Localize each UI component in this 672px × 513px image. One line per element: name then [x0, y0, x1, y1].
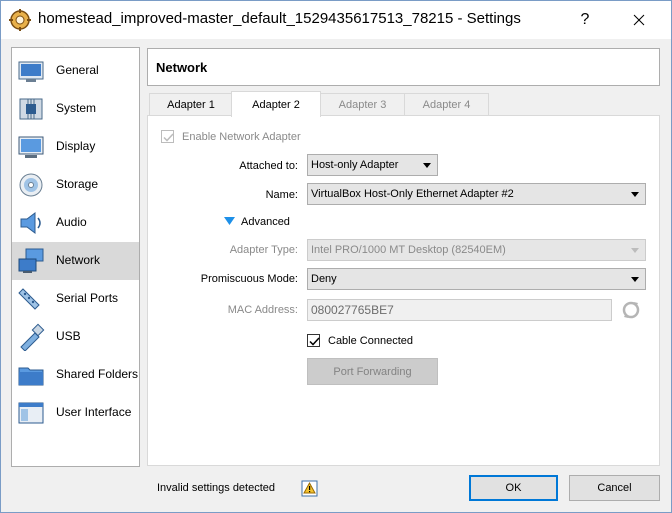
close-icon	[633, 14, 645, 26]
promiscuous-mode-select[interactable]: Deny	[307, 268, 646, 290]
sidebar-item-label: User Interface	[56, 405, 132, 419]
adapter-tabs: Adapter 1 Adapter 2 Adapter 3 Adapter 4	[147, 91, 660, 117]
adapter-name-select[interactable]: VirtualBox Host-Only Ethernet Adapter #2	[307, 183, 646, 205]
sidebar-item-label: Display	[56, 139, 96, 153]
sidebar-item-label: Shared Folders	[56, 367, 139, 381]
adapter-name-value: VirtualBox Host-Only Ethernet Adapter #2	[311, 188, 514, 200]
sidebar-item-label: Audio	[56, 215, 87, 229]
adapter-type-value: Intel PRO/1000 MT Desktop (82540EM)	[311, 244, 506, 256]
page-title: Network	[156, 60, 208, 75]
help-button[interactable]: ?	[561, 1, 609, 39]
sidebar-item-label: Serial Ports	[56, 291, 119, 305]
page-header: Network	[147, 48, 660, 86]
sidebar-item-label: USB	[56, 329, 81, 343]
sidebar-item-audio[interactable]: Audio	[12, 204, 139, 242]
title-bar[interactable]: homestead_improved-master_default_152943…	[1, 1, 671, 39]
sidebar-item-usb[interactable]: USB	[12, 318, 139, 356]
usb-icon	[20, 323, 45, 351]
chevron-down-icon	[631, 277, 639, 282]
sidebar-item-user-interface[interactable]: User Interface	[12, 394, 139, 432]
mac-address-field[interactable]: 080027765BE7	[307, 299, 612, 321]
cable-connected-checkbox[interactable]	[307, 334, 320, 347]
sidebar-item-serial-ports[interactable]: Serial Ports	[12, 280, 139, 318]
port-forwarding-button[interactable]: Port Forwarding	[307, 358, 438, 385]
sidebar-item-shared-folders[interactable]: Shared Folders	[12, 356, 139, 394]
promiscuous-mode-label: Promiscuous Mode:	[200, 273, 298, 285]
sidebar-item-label: Storage	[56, 177, 99, 191]
sidebar-item-label: System	[56, 101, 97, 115]
mac-address-label: MAC Address:	[227, 304, 298, 316]
ok-button[interactable]: OK	[469, 475, 558, 501]
network-icon	[18, 248, 44, 273]
sidebar-item-storage[interactable]: Storage	[12, 166, 139, 204]
adapter-type-select[interactable]: Intel PRO/1000 MT Desktop (82540EM)	[307, 239, 646, 261]
close-button[interactable]	[615, 1, 663, 39]
status-text: Invalid settings detected	[157, 482, 276, 494]
sidebar-item-general[interactable]: General	[12, 52, 139, 90]
refresh-mac-icon[interactable]	[621, 300, 641, 320]
chevron-down-icon	[631, 192, 639, 197]
advanced-toggle-label[interactable]: Advanced	[241, 216, 290, 228]
cancel-button[interactable]: Cancel	[569, 475, 660, 501]
tab-adapter-4[interactable]: Adapter 4	[404, 93, 489, 115]
chevron-down-icon	[423, 163, 431, 168]
sidebar-item-label: Network	[56, 253, 101, 267]
attached-to-label: Attached to:	[239, 160, 298, 172]
general-icon	[18, 61, 44, 82]
warning-icon[interactable]	[301, 480, 318, 497]
enable-adapter-checkbox[interactable]	[161, 130, 174, 143]
sidebar-item-label: General	[56, 63, 99, 77]
checkmark-icon	[309, 337, 320, 346]
window-title: homestead_improved-master_default_152943…	[38, 10, 521, 27]
audio-icon	[20, 212, 41, 234]
expand-triangle-icon[interactable]	[224, 217, 235, 226]
enable-adapter-label: Enable Network Adapter	[182, 131, 301, 143]
adapter-type-label: Adapter Type:	[229, 244, 298, 256]
attached-to-select[interactable]: Host-only Adapter	[307, 154, 438, 176]
storage-icon	[19, 173, 43, 197]
checkmark-icon	[163, 133, 174, 142]
tab-adapter-3[interactable]: Adapter 3	[320, 93, 405, 115]
shared-folders-icon	[18, 367, 44, 386]
attached-to-value: Host-only Adapter	[311, 159, 399, 171]
sidebar-item-network[interactable]: Network	[12, 242, 139, 280]
chevron-down-icon	[631, 248, 639, 253]
system-icon	[19, 98, 43, 120]
sidebar-item-display[interactable]: Display	[12, 128, 139, 166]
settings-window: homestead_improved-master_default_152943…	[0, 0, 672, 513]
serial-ports-icon	[18, 288, 40, 310]
cable-connected-label: Cable Connected	[328, 335, 414, 347]
tab-adapter-1[interactable]: Adapter 1	[149, 93, 233, 115]
virtualbox-gear-icon	[9, 9, 31, 31]
sidebar-item-system[interactable]: System	[12, 90, 139, 128]
display-icon	[18, 136, 44, 158]
name-label: Name:	[265, 189, 298, 201]
settings-sidebar: General System Display Storage Audio Net…	[11, 47, 140, 467]
adapter-panel: Enable Network Adapter Attached to: Host…	[147, 115, 660, 466]
mac-address-value: 080027765BE7	[311, 303, 394, 317]
user-interface-icon	[18, 402, 44, 424]
tab-adapter-2[interactable]: Adapter 2	[231, 91, 321, 117]
promiscuous-mode-value: Deny	[311, 273, 337, 285]
